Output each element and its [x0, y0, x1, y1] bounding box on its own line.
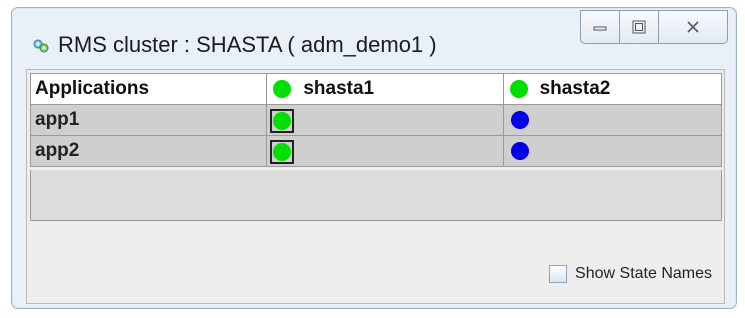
app-state-cell-shasta2[interactable]: [502, 135, 723, 167]
online-state-icon: [273, 143, 292, 161]
table-header-row: Applications shasta1 shasta2: [29, 73, 723, 105]
node-column-header-shasta2[interactable]: shasta2: [502, 73, 723, 105]
app-name-cell[interactable]: app2: [29, 135, 268, 167]
app-name-label: app1: [35, 109, 80, 130]
cluster-panel: Applications shasta1 shasta2 app1 app2 S…: [26, 69, 725, 304]
close-button[interactable]: [659, 10, 728, 44]
show-state-names-checkbox[interactable]: [549, 265, 568, 283]
cluster-icon: [33, 39, 49, 53]
online-state-icon: [273, 112, 292, 130]
restore-icon: [632, 20, 646, 34]
table-row[interactable]: app1: [29, 104, 723, 136]
table-row[interactable]: app2: [29, 135, 723, 167]
node-column-header-shasta1[interactable]: shasta1: [266, 73, 504, 105]
applications-header-label: Applications: [35, 78, 150, 99]
app-state-cell-shasta1[interactable]: [266, 104, 504, 136]
title-bar[interactable]: RMS cluster : SHASTA ( adm_demo1 ): [12, 8, 736, 64]
show-state-names-label: Show State Names: [575, 265, 712, 282]
minimize-icon: [593, 26, 607, 31]
selected-state-frame: [270, 140, 295, 164]
window-controls: [580, 10, 728, 44]
node-name-label: shasta1: [303, 78, 375, 99]
restore-button[interactable]: [620, 10, 659, 44]
offline-state-icon: [510, 111, 529, 129]
offline-state-icon: [510, 142, 529, 160]
table-empty-area: [30, 170, 722, 221]
applications-table: Applications shasta1 shasta2 app1 app2: [29, 73, 723, 167]
app-state-cell-shasta2[interactable]: [502, 104, 723, 136]
app-name-cell[interactable]: app1: [29, 104, 268, 136]
close-icon: [687, 21, 699, 33]
minimize-button[interactable]: [580, 10, 620, 44]
show-state-names-option[interactable]: Show State Names: [549, 265, 712, 283]
node-status-icon: [273, 80, 292, 98]
window-title: RMS cluster : SHASTA ( adm_demo1 ): [58, 32, 437, 57]
rms-cluster-window: RMS cluster : SHASTA ( adm_demo1 ) Appli…: [11, 7, 737, 309]
app-state-cell-shasta1[interactable]: [266, 135, 504, 167]
app-name-label: app2: [35, 140, 80, 161]
selected-state-frame: [270, 109, 295, 133]
node-status-icon: [509, 80, 528, 98]
applications-column-header[interactable]: Applications: [29, 73, 268, 105]
node-name-label: shasta2: [539, 78, 611, 99]
